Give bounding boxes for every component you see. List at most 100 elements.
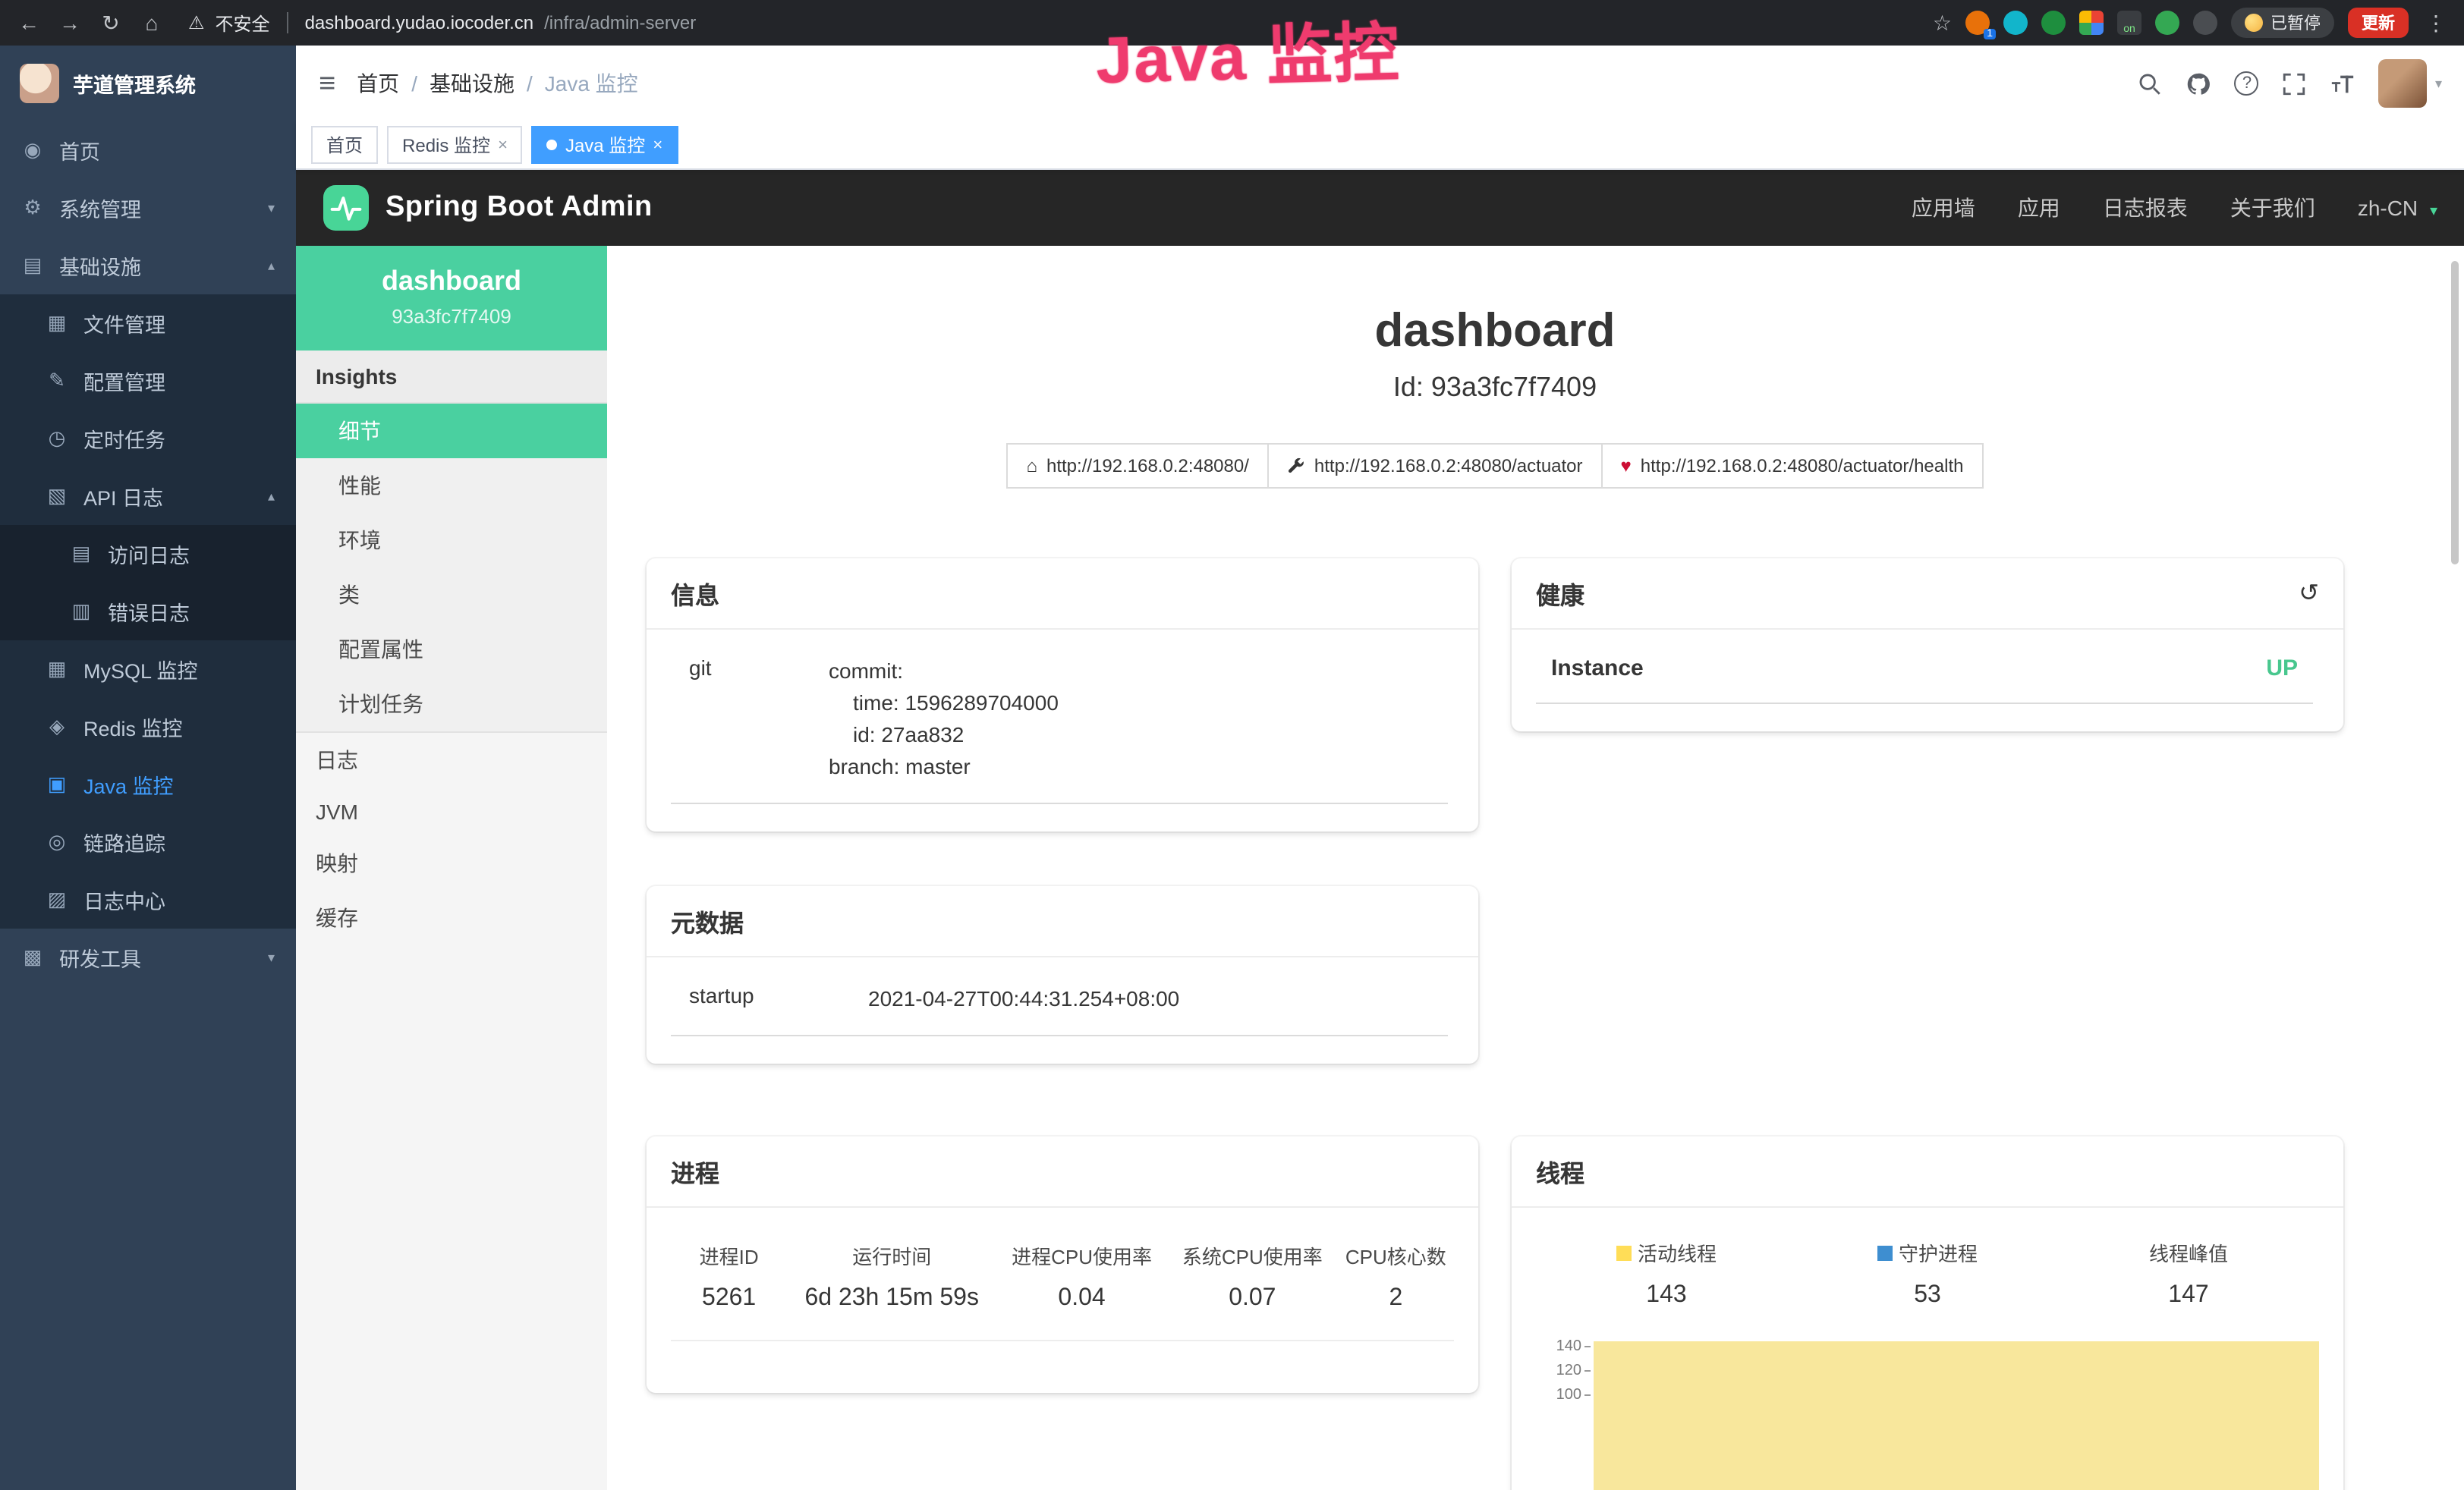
url-host[interactable]: dashboard.yudao.iocoder.cn [305, 12, 534, 33]
address-bar[interactable]: ⚠ 不安全 dashboard.yudao.iocoder.cn/infra/a… [179, 10, 1919, 36]
extension-icon-4[interactable] [2079, 11, 2104, 35]
instance-link-actuator[interactable]: http://192.168.0.2:48080/actuator [1269, 443, 1603, 489]
sidebar-item-files[interactable]: ▦ 文件管理 [0, 294, 296, 352]
sba-language-select[interactable]: zh-CN ▾ [2358, 196, 2437, 220]
threads-chart: 140 120 100 [1536, 1331, 2319, 1490]
chevron-up-icon: ▴ [268, 257, 275, 274]
legend-text: 线程峰值 [2149, 1238, 2228, 1267]
sba-nav-wallboard[interactable]: 应用墙 [1912, 193, 1975, 223]
sba-item-performance[interactable]: 性能 [296, 458, 607, 513]
hamburger-icon[interactable]: ≡ [319, 69, 335, 98]
instance-id: 93a3fc7f7409 [308, 305, 595, 328]
sidebar-item-infra[interactable]: ▤ 基础设施 ▴ [0, 237, 296, 294]
sidebar-logo[interactable]: 芋道管理系统 [0, 46, 296, 121]
help-icon[interactable]: ? [2235, 71, 2259, 96]
breadcrumb-home[interactable]: 首页 [357, 68, 399, 99]
profile-paused-chip[interactable]: 已暂停 [2231, 8, 2334, 38]
sba-item-details[interactable]: 细节 [296, 404, 607, 458]
content-scrollbar[interactable] [2451, 261, 2459, 564]
fullscreen-icon[interactable] [2282, 71, 2308, 96]
sba-item-caches[interactable]: 缓存 [296, 891, 607, 945]
browser-menu-icon[interactable]: ⋮ [2422, 10, 2450, 36]
sidebar-item-redis[interactable]: ◈ Redis 监控 [0, 698, 296, 756]
tab-label: Java 监控 [565, 132, 645, 158]
logo-title: 芋道管理系统 [73, 68, 196, 99]
sidebar-menu: ◉ 首页 ⚙ 系统管理 ▾ ▤ 基础设施 ▴ ▦ 文件管理 [0, 121, 296, 986]
forward-icon[interactable]: → [56, 11, 83, 35]
sba-item-classes[interactable]: 类 [296, 567, 607, 622]
extension-icon-7[interactable] [2193, 11, 2217, 35]
sidebar-item-cron[interactable]: ◷ 定时任务 [0, 410, 296, 467]
gear-icon: ⚙ [21, 196, 44, 220]
instance-header[interactable]: dashboard 93a3fc7f7409 [296, 246, 607, 350]
sidebar-item-config[interactable]: ✎ 配置管理 [0, 352, 296, 410]
sba-nav-about[interactable]: 关于我们 [2230, 193, 2315, 223]
github-icon[interactable] [2186, 71, 2212, 96]
metadata-row-key: startup [689, 983, 868, 1015]
sidebar-item-logcenter[interactable]: ▨ 日志中心 [0, 871, 296, 929]
file-icon: ▦ [46, 311, 68, 335]
extension-icon-5[interactable]: on [2117, 11, 2141, 35]
access-log-icon: ▤ [70, 542, 93, 566]
sidebar-item-error-log[interactable]: ▥ 错误日志 [0, 583, 296, 640]
close-icon[interactable]: × [498, 136, 508, 154]
table-row: git commit: time: 1596289704000 id: 27aa… [671, 652, 1448, 804]
sba-nav-applications[interactable]: 应用 [2018, 193, 2060, 223]
sidebar-item-home[interactable]: ◉ 首页 [0, 121, 296, 179]
live-threads-area [1594, 1341, 2319, 1490]
instance-link-health[interactable]: ♥ http://192.168.0.2:48080/actuator/heal… [1603, 443, 1984, 489]
sba-nav-journal[interactable]: 日志报表 [2103, 193, 2188, 223]
font-size-icon[interactable] [2330, 71, 2356, 96]
history-icon[interactable]: ↺ [2299, 578, 2319, 608]
breadcrumb-infra[interactable]: 基础设施 [430, 68, 515, 99]
tab-redis-monitor[interactable]: Redis 监控 × [387, 126, 523, 164]
metadata-card-title: 元数据 [671, 903, 744, 939]
mysql-icon: ▦ [46, 657, 68, 681]
logo-avatar [20, 64, 59, 103]
timer-icon: ◷ [46, 426, 68, 451]
tab-java-monitor[interactable]: Java 监控 × [532, 126, 678, 164]
sidebar-item-api-logs[interactable]: ▧ API 日志 ▴ [0, 467, 296, 525]
user-menu[interactable]: ▾ [2379, 59, 2442, 108]
sba-item-scheduled-tasks[interactable]: 计划任务 [296, 677, 607, 733]
process-card-title: 进程 [671, 1153, 719, 1190]
sidebar-item-label: 定时任务 [83, 423, 165, 454]
legend-label: 守护进程 [1877, 1238, 1978, 1267]
sba-item-jvm[interactable]: JVM [296, 787, 607, 836]
sidebar-item-devtools[interactable]: ▩ 研发工具 ▾ [0, 929, 296, 986]
health-card: 健康 ↺ Instance UP [1512, 558, 2343, 731]
update-button[interactable]: 更新 [2348, 8, 2409, 38]
sba-item-logs[interactable]: 日志 [296, 733, 607, 787]
browser-home-icon[interactable]: ⌂ [138, 11, 165, 35]
y-tick-label: 100 [1536, 1384, 1591, 1408]
back-icon[interactable]: ← [15, 11, 42, 35]
legend-label: 活动线程 [1616, 1238, 1717, 1267]
screen: ← → ↻ ⌂ ⚠ 不安全 dashboard.yudao.iocoder.cn… [0, 0, 2464, 1490]
sidebar-item-access-log[interactable]: ▤ 访问日志 [0, 525, 296, 583]
url-path[interactable]: /infra/admin-server [544, 12, 696, 33]
column-header: 进程ID [671, 1241, 787, 1270]
bookmark-star-icon[interactable]: ☆ [1933, 10, 1952, 36]
extension-icon-6[interactable] [2155, 11, 2179, 35]
tab-label: Redis 监控 [402, 132, 490, 158]
sidebar-item-java[interactable]: ▣ Java 监控 [0, 756, 296, 813]
sba-item-configprops[interactable]: 配置属性 [296, 622, 607, 677]
sidebar-item-system[interactable]: ⚙ 系统管理 ▾ [0, 179, 296, 237]
extension-icon-2[interactable] [2003, 11, 2028, 35]
sba-item-environment[interactable]: 环境 [296, 513, 607, 567]
close-icon[interactable]: × [653, 136, 662, 154]
git-time-line: time: 1596289704000 [829, 687, 1442, 719]
search-icon[interactable] [2138, 71, 2163, 96]
reload-icon[interactable]: ↻ [97, 10, 124, 36]
security-label[interactable]: 不安全 [216, 10, 270, 36]
sidebar-item-label: Redis 监控 [83, 712, 183, 742]
sidebar-item-mysql[interactable]: ▦ MySQL 监控 [0, 640, 296, 698]
extension-icon-3[interactable] [2041, 11, 2066, 35]
extension-icon-1[interactable] [1965, 11, 1990, 35]
instance-link-root[interactable]: ⌂ http://192.168.0.2:48080/ [1007, 443, 1269, 489]
sidebar-item-trace[interactable]: ◎ 链路追踪 [0, 813, 296, 871]
legend-text: 守护进程 [1899, 1238, 1978, 1267]
tab-home[interactable]: 首页 [311, 126, 378, 164]
sba-item-mappings[interactable]: 映射 [296, 836, 607, 891]
process-col-uptime: 运行时间 6d 23h 15m 59s [787, 1241, 996, 1312]
